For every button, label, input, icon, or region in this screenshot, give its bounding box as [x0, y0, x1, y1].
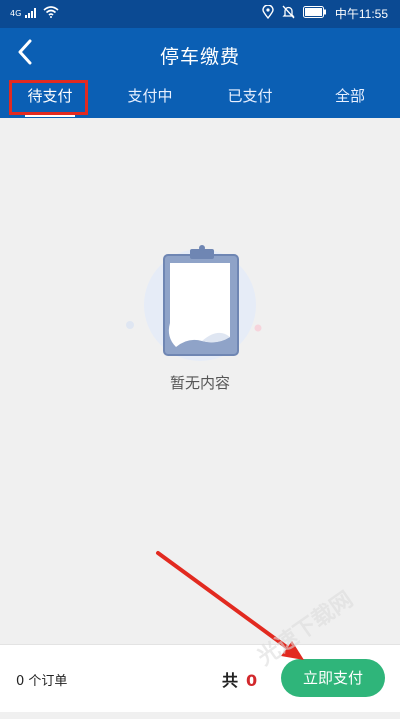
status-left: 4G — [10, 6, 59, 21]
battery-icon — [302, 6, 327, 21]
tab-label: 待支付 — [27, 87, 73, 105]
signal-icon — [25, 7, 39, 21]
total-amount: 共0 — [222, 667, 257, 691]
tab-pending-payment[interactable]: 待支付 — [0, 77, 100, 117]
tab-label: 已支付 — [227, 87, 273, 105]
status-time: 中午11:55 — [334, 7, 388, 21]
tab-label: 全部 — [334, 87, 365, 105]
tab-all[interactable]: 全部 — [300, 77, 400, 117]
tab-bar: 待支付 支付中 已支付 全部 — [0, 77, 400, 117]
network-type: 4G — [10, 9, 22, 18]
location-icon — [262, 4, 274, 22]
empty-state-text: 暂无内容 — [169, 374, 230, 392]
total-label: 共 — [222, 671, 239, 690]
mute-icon — [282, 5, 295, 22]
wifi-icon — [43, 6, 59, 21]
active-tab-indicator — [25, 115, 75, 117]
pay-now-button[interactable]: 立即支付 — [281, 659, 385, 697]
status-bar: 4G 中午11:55 — [0, 0, 400, 28]
tab-paying[interactable]: 支付中 — [100, 77, 200, 117]
status-right: 中午11:55 — [262, 4, 388, 22]
clipboard-icon — [118, 233, 282, 378]
order-list-area: 暂无内容 — [0, 118, 400, 644]
order-count: 0 个订单 — [16, 674, 68, 689]
tab-label: 支付中 — [127, 87, 173, 105]
tab-paid[interactable]: 已支付 — [200, 77, 300, 117]
checkout-bar: 0 个订单 共0 立即支付 — [0, 644, 400, 712]
app-header: 停车缴费 待支付 支付中 已支付 全部 — [0, 28, 400, 118]
total-value: 0 — [246, 671, 258, 690]
page-title: 停车缴费 — [159, 46, 240, 68]
